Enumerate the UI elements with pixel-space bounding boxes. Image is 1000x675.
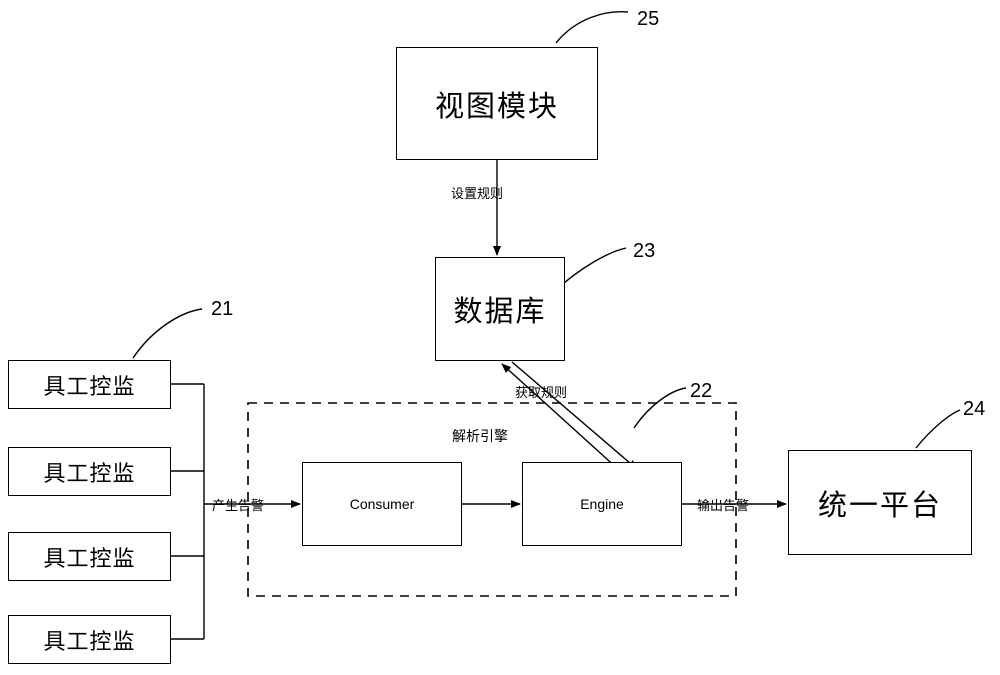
box-consumer-label: Consumer	[349, 496, 415, 512]
reference-number-22: 22	[690, 380, 713, 402]
parse-engine-group-title: 解析引擎	[452, 428, 508, 444]
box-view-module[interactable]: 视图模块	[396, 47, 598, 160]
box-unified-platform-label: 统一平台	[817, 489, 942, 522]
box-database[interactable]: 数据库	[435, 257, 565, 361]
box-engine[interactable]: Engine	[522, 462, 682, 546]
box-monitoring-tool-1-label: 具工控监	[43, 373, 136, 399]
box-consumer[interactable]: Consumer	[302, 462, 462, 546]
box-monitoring-tool-2[interactable]: 具工控监	[8, 447, 171, 496]
box-monitoring-tool-3[interactable]: 具工控监	[8, 532, 171, 581]
edge-label-output-alarm: 输出告警	[697, 498, 750, 513]
reference-number-21: 21	[211, 298, 234, 320]
reference-number-23: 23	[633, 240, 656, 262]
box-monitoring-tool-4[interactable]: 具工控监	[8, 615, 171, 664]
box-monitoring-tool-3-label: 具工控监	[43, 545, 136, 571]
box-monitoring-tool-1[interactable]: 具工控监	[8, 360, 171, 409]
box-monitoring-tool-2-label: 具工控监	[43, 460, 136, 486]
edge-label-set-rules: 设置规则	[451, 186, 504, 201]
box-database-label: 数据库	[453, 296, 547, 328]
diagram-canvas: 视图模块 数据库 具工控监 具工控监 具工控监 具工控监 Consumer En…	[0, 0, 1000, 675]
reference-number-25: 25	[637, 8, 660, 30]
box-view-module-label: 视图模块	[434, 90, 559, 123]
edge-label-generate-alarm: 产生告警	[212, 498, 265, 513]
edge-label-get-rules: 获取规则	[515, 385, 568, 400]
box-monitoring-tool-4-label: 具工控监	[43, 628, 136, 654]
box-engine-label: Engine	[580, 496, 624, 512]
box-unified-platform[interactable]: 统一平台	[788, 450, 972, 555]
reference-number-24: 24	[963, 398, 986, 420]
